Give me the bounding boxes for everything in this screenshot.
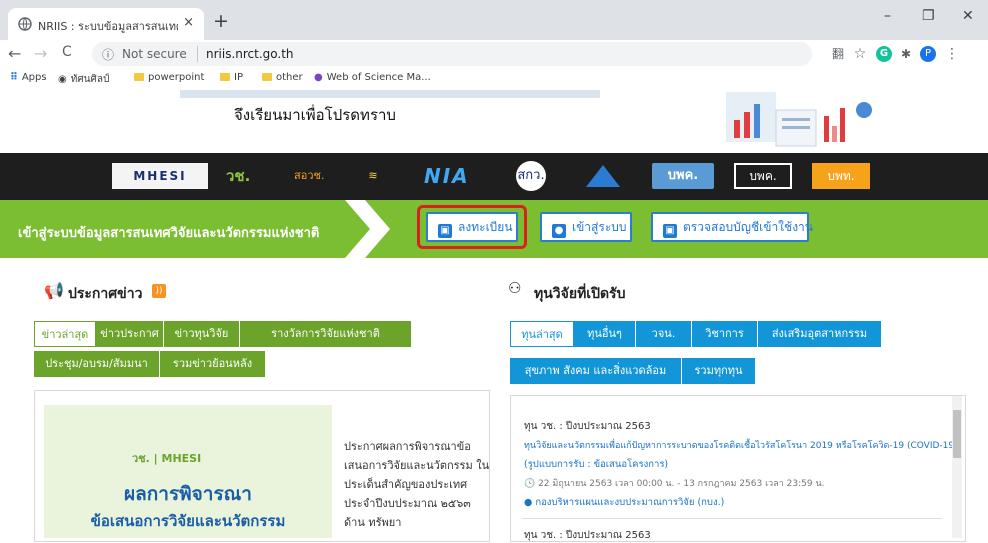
fund-title-link[interactable]: ทุนวิจัยและนวัตกรรมเพื่อแก้ปัญหาการระบาด… (524, 438, 958, 452)
maximize-button[interactable]: ❐ (922, 8, 935, 24)
partner-logo-mhesi[interactable]: MHESI (112, 163, 208, 189)
user-icon: ● (552, 224, 566, 238)
rss-icon[interactable]: )) (152, 284, 166, 298)
info-icon[interactable]: ⓘ (102, 46, 114, 63)
fund-department[interactable]: ● กองบริหารแผนและงบประมาณการวิจัย (กบง.) (524, 495, 724, 510)
bookmarks-bar: ⠿ Apps ◉ ทัศนศิลป์ powerpoint IP other ● We… (0, 68, 988, 91)
tab-seminars[interactable]: ประชุม/อบรม/สัมมนา (34, 351, 160, 377)
id-card-icon: ▣ (663, 224, 677, 238)
tab-health-society-environment[interactable]: สุขภาพ สังคม และสิ่งแวดล้อม (510, 358, 682, 384)
partner-logos-bar: MHESI วช. สอวช. ≋ NIA สกว. บพค. บพค. บพท… (0, 153, 988, 200)
tab-announcements[interactable]: ข่าวประกาศ (96, 321, 164, 347)
tab-academic[interactable]: วิชาการ (692, 321, 758, 347)
news-thumbnail-subtitle: ข้อเสนอการวิจัยและนวัตกรรม (90, 512, 286, 530)
news-section-title: ประกาศข่าว (68, 286, 143, 302)
extensions-icon[interactable]: ✱ (898, 46, 914, 62)
fund-agency: ทุน วช. : ปีงบประมาณ 2563 (524, 530, 651, 541)
megaphone-icon: 📢 (44, 281, 64, 300)
globe-icon (18, 17, 32, 31)
grammarly-icon[interactable]: G (876, 46, 892, 62)
hero-illustration (726, 92, 872, 147)
hero-subtitle: จึงเรียนมาเพื่อโปรดทราบ (234, 106, 396, 124)
tab-news-archive[interactable]: รวมข่าวย้อนหลัง (160, 351, 266, 377)
funding-scrollbar[interactable] (952, 396, 962, 538)
forward-button[interactable]: → (34, 44, 47, 63)
tab-industry-promotion[interactable]: ส่งเสริมอุตสาหกรรม (758, 321, 882, 347)
partner-logo-pmua[interactable]: บพท. (812, 163, 870, 189)
profile-avatar[interactable]: P (920, 46, 936, 62)
fund-date: 🕓 22 มิถุนายน 2563 เวลา 00:00 น. - 13 กร… (524, 479, 825, 489)
close-window-button[interactable]: ✕ (962, 8, 974, 24)
reload-button[interactable]: C (62, 44, 72, 60)
new-tab-button[interactable]: + (213, 10, 229, 32)
partner-logo-nrct[interactable]: วช. (226, 163, 276, 189)
partner-logo-tsri[interactable]: ≋ (358, 163, 388, 189)
bookmark-star-icon[interactable]: ☆ (852, 46, 868, 62)
tab-close-icon[interactable]: × (183, 15, 194, 30)
partner-logo-nstda[interactable] (582, 163, 624, 189)
bookmark-powerpoint[interactable]: powerpoint (134, 72, 204, 83)
tab-latest-funds[interactable]: ทุนล่าสุด (510, 321, 574, 347)
location-pin-icon: ● (524, 497, 536, 508)
bookmark-web-of-science[interactable]: ● Web of Science Ma... (314, 72, 431, 83)
bookmark-visual-arts[interactable]: ◉ ทัศนศิลป์ (58, 72, 109, 87)
check-account-button[interactable]: ▣ ตรวจสอบบัญชีเข้าใช้งาน (651, 212, 813, 242)
partner-logo-pmuc[interactable]: บพค. (652, 163, 714, 189)
bookmark-other[interactable]: other (262, 72, 303, 83)
wos-icon: ● (314, 72, 323, 83)
tab-funding-news[interactable]: ข่าวทุนวิจัย (164, 321, 240, 347)
news-thumbnail-title: ผลการพิจารณา (124, 483, 252, 505)
folder-icon (262, 73, 272, 81)
tab-all-funds[interactable]: รวมทุกทุน (682, 358, 756, 384)
url-text[interactable]: nriis.nrct.go.th (206, 47, 294, 61)
tab-wjn[interactable]: วจน. (636, 321, 692, 347)
folder-icon (220, 73, 230, 81)
funding-section-title: ทุนวิจัยที่เปิดรับ (534, 286, 626, 302)
address-bar[interactable]: ⓘ Not secure nriis.nrct.go.th (92, 42, 812, 66)
omnibox-divider (197, 46, 198, 62)
partner-logo-trf[interactable]: สกว. (516, 161, 546, 191)
fund-agency: ทุน วช. : ปีงบประมาณ 2563 (524, 421, 651, 432)
news-body[interactable]: ประกาศผลการพิจารณาข้อเสนอการวิจัยและนวัต… (344, 437, 494, 532)
chevron-right-icon (345, 200, 390, 258)
tab-other-funds[interactable]: ทุนอื่นๆ (574, 321, 636, 347)
fund-type: (รูปแบบการรับ : ข้อเสนอโครงการ) (524, 459, 669, 470)
globe-icon: ◉ (58, 74, 67, 85)
browser-menu-icon[interactable]: ⋮ (944, 46, 960, 62)
folder-icon (134, 73, 144, 81)
minimize-button[interactable]: – (884, 8, 891, 24)
clock-icon: 🕓 (524, 479, 539, 489)
browser-tab[interactable]: NRIIS : ระบบข้อมูลสารสนเทศวิจัยและ × (8, 8, 204, 40)
apps-icon: ⠿ (10, 72, 18, 83)
system-title: เข้าสู่ระบบข้อมูลสารสนเทศวิจัยและนวัตกรร… (18, 226, 320, 241)
login-button[interactable]: ● เข้าสู่ระบบ (540, 212, 632, 242)
partner-logo-sto[interactable]: สอวช. (294, 163, 346, 189)
tab-national-research-awards[interactable]: รางวัลการวิจัยแห่งชาติ (240, 321, 412, 347)
bookmark-apps[interactable]: ⠿ Apps (10, 72, 47, 83)
news-thumbnail[interactable]: วช. | MHESI ผลการพิจารณา ข้อเสนอการวิจัย… (44, 405, 332, 538)
tab-title: NRIIS : ระบบข้อมูลสารสนเทศวิจัยและ (38, 20, 178, 33)
news-thumbnail-logos: วช. | MHESI (132, 452, 202, 465)
back-button[interactable]: ← (8, 44, 21, 63)
hero-top-strip (180, 90, 600, 98)
not-secure-label: Not secure (122, 47, 187, 61)
partner-logo-pmub[interactable]: บพค. (734, 163, 792, 189)
translate-icon[interactable]: 翻 (830, 46, 846, 62)
partner-logo-nia[interactable]: NIA (424, 163, 488, 189)
scrollbar-thumb[interactable] (953, 410, 961, 458)
money-hand-icon: ⚇ (508, 279, 522, 297)
register-highlight-box (417, 205, 527, 249)
tab-latest-news[interactable]: ข่าวล่าสุด (34, 321, 96, 347)
bookmark-ip[interactable]: IP (220, 72, 243, 83)
fund-divider (522, 518, 942, 519)
